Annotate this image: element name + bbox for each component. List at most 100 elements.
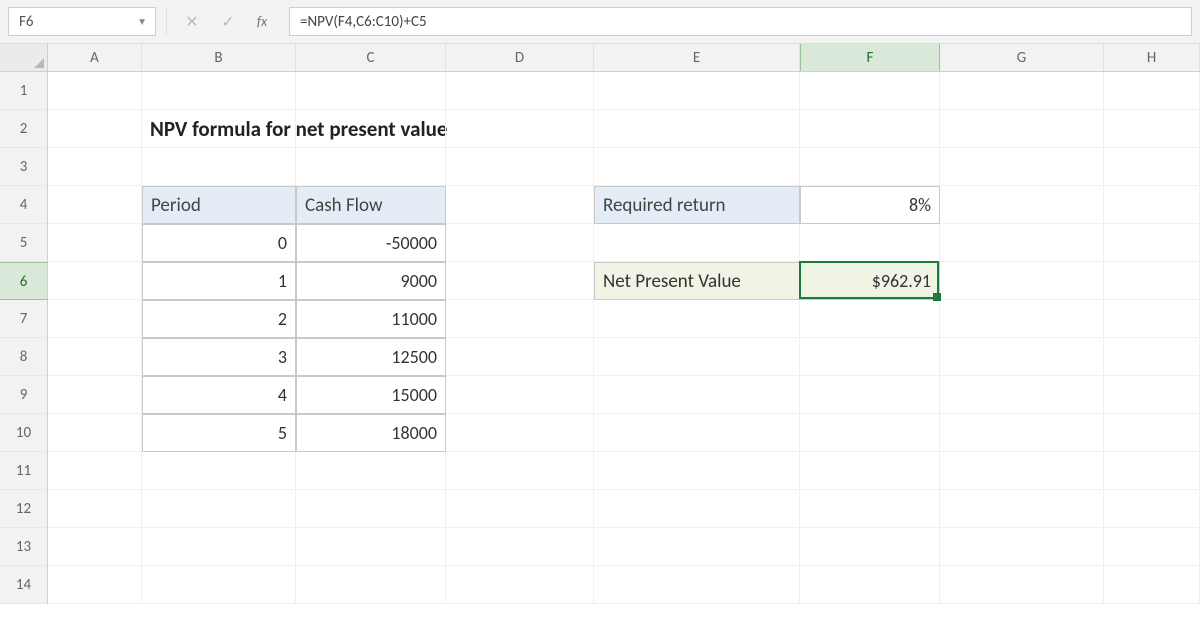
cell-A9[interactable] [48, 376, 142, 414]
cell-G7[interactable] [940, 300, 1104, 338]
cell-E2[interactable] [594, 110, 800, 148]
cell-F11[interactable] [800, 452, 940, 490]
cell-A4[interactable] [48, 186, 142, 224]
row-header-3[interactable]: 3 [0, 148, 48, 186]
cell-H12[interactable] [1104, 490, 1200, 528]
cell-A7[interactable] [48, 300, 142, 338]
cell-C5[interactable]: -50000 [296, 224, 446, 262]
cell-A6[interactable] [48, 262, 142, 300]
cell-E14[interactable] [594, 566, 800, 604]
cell-D4[interactable] [446, 186, 594, 224]
row-header-14[interactable]: 14 [0, 566, 48, 604]
row-header-13[interactable]: 13 [0, 528, 48, 566]
cell-D1[interactable] [446, 72, 594, 110]
cell-F3[interactable] [800, 148, 940, 186]
cell-A3[interactable] [48, 148, 142, 186]
cell-G12[interactable] [940, 490, 1104, 528]
cancel-icon[interactable]: ✕ [183, 13, 201, 31]
row-header-2[interactable]: 2 [0, 110, 48, 148]
cell-D11[interactable] [446, 452, 594, 490]
cell-F5[interactable] [800, 224, 940, 262]
cell-F2[interactable] [800, 110, 940, 148]
cell-D10[interactable] [446, 414, 594, 452]
cell-B1[interactable] [142, 72, 296, 110]
col-header-B[interactable]: B [142, 44, 296, 71]
cell-C13[interactable] [296, 528, 446, 566]
cell-G9[interactable] [940, 376, 1104, 414]
cell-E10[interactable] [594, 414, 800, 452]
cell-B10[interactable]: 5 [142, 414, 296, 452]
cell-C3[interactable] [296, 148, 446, 186]
cell-A8[interactable] [48, 338, 142, 376]
row-header-12[interactable]: 12 [0, 490, 48, 528]
cell-E3[interactable] [594, 148, 800, 186]
fx-icon[interactable]: fx [255, 13, 273, 31]
cell-G5[interactable] [940, 224, 1104, 262]
col-header-D[interactable]: D [446, 44, 594, 71]
cell-H6[interactable] [1104, 262, 1200, 300]
cell-B11[interactable] [142, 452, 296, 490]
cell-H13[interactable] [1104, 528, 1200, 566]
cell-A12[interactable] [48, 490, 142, 528]
cell-A1[interactable] [48, 72, 142, 110]
cell-E11[interactable] [594, 452, 800, 490]
cell-A14[interactable] [48, 566, 142, 604]
cell-C11[interactable] [296, 452, 446, 490]
cell-C9[interactable]: 15000 [296, 376, 446, 414]
cell-F4[interactable]: 8% [800, 186, 940, 224]
col-header-F[interactable]: F [800, 44, 940, 71]
cell-H5[interactable] [1104, 224, 1200, 262]
cell-H3[interactable] [1104, 148, 1200, 186]
cell-C10[interactable]: 18000 [296, 414, 446, 452]
cell-H10[interactable] [1104, 414, 1200, 452]
cell-H11[interactable] [1104, 452, 1200, 490]
cell-G11[interactable] [940, 452, 1104, 490]
col-header-A[interactable]: A [48, 44, 142, 71]
cell-F10[interactable] [800, 414, 940, 452]
row-header-10[interactable]: 10 [0, 414, 48, 452]
cell-D14[interactable] [446, 566, 594, 604]
cell-H14[interactable] [1104, 566, 1200, 604]
cell-C14[interactable] [296, 566, 446, 604]
cell-E13[interactable] [594, 528, 800, 566]
cell-G1[interactable] [940, 72, 1104, 110]
cell-F8[interactable] [800, 338, 940, 376]
select-all-corner[interactable] [0, 44, 48, 71]
cell-C1[interactable] [296, 72, 446, 110]
cell-A10[interactable] [48, 414, 142, 452]
cell-D9[interactable] [446, 376, 594, 414]
cell-B8[interactable]: 3 [142, 338, 296, 376]
row-header-4[interactable]: 4 [0, 186, 48, 224]
cell-H7[interactable] [1104, 300, 1200, 338]
cell-F9[interactable] [800, 376, 940, 414]
name-box[interactable]: F6 ▼ [8, 7, 156, 36]
enter-icon[interactable]: ✓ [219, 13, 237, 31]
cell-D6[interactable] [446, 262, 594, 300]
cell-H8[interactable] [1104, 338, 1200, 376]
cell-D2[interactable] [446, 110, 594, 148]
row-header-8[interactable]: 8 [0, 338, 48, 376]
cell-E9[interactable] [594, 376, 800, 414]
formula-input[interactable]: =NPV(F4,C6:C10)+C5 [289, 7, 1192, 36]
row-header-9[interactable]: 9 [0, 376, 48, 414]
cell-D12[interactable] [446, 490, 594, 528]
cell-C8[interactable]: 12500 [296, 338, 446, 376]
cell-E12[interactable] [594, 490, 800, 528]
cell-A13[interactable] [48, 528, 142, 566]
cell-E5[interactable] [594, 224, 800, 262]
col-header-C[interactable]: C [296, 44, 446, 71]
col-header-E[interactable]: E [594, 44, 800, 71]
cell-H4[interactable] [1104, 186, 1200, 224]
cell-D13[interactable] [446, 528, 594, 566]
cell-E6[interactable]: Net Present Value [594, 262, 800, 300]
row-header-5[interactable]: 5 [0, 224, 48, 262]
cell-C2[interactable] [296, 110, 446, 148]
cell-B7[interactable]: 2 [142, 300, 296, 338]
cell-G8[interactable] [940, 338, 1104, 376]
cell-E4[interactable]: Required return [594, 186, 800, 224]
cell-A11[interactable] [48, 452, 142, 490]
cell-C6[interactable]: 9000 [296, 262, 446, 300]
row-header-7[interactable]: 7 [0, 300, 48, 338]
cell-B5[interactable]: 0 [142, 224, 296, 262]
cell-F12[interactable] [800, 490, 940, 528]
